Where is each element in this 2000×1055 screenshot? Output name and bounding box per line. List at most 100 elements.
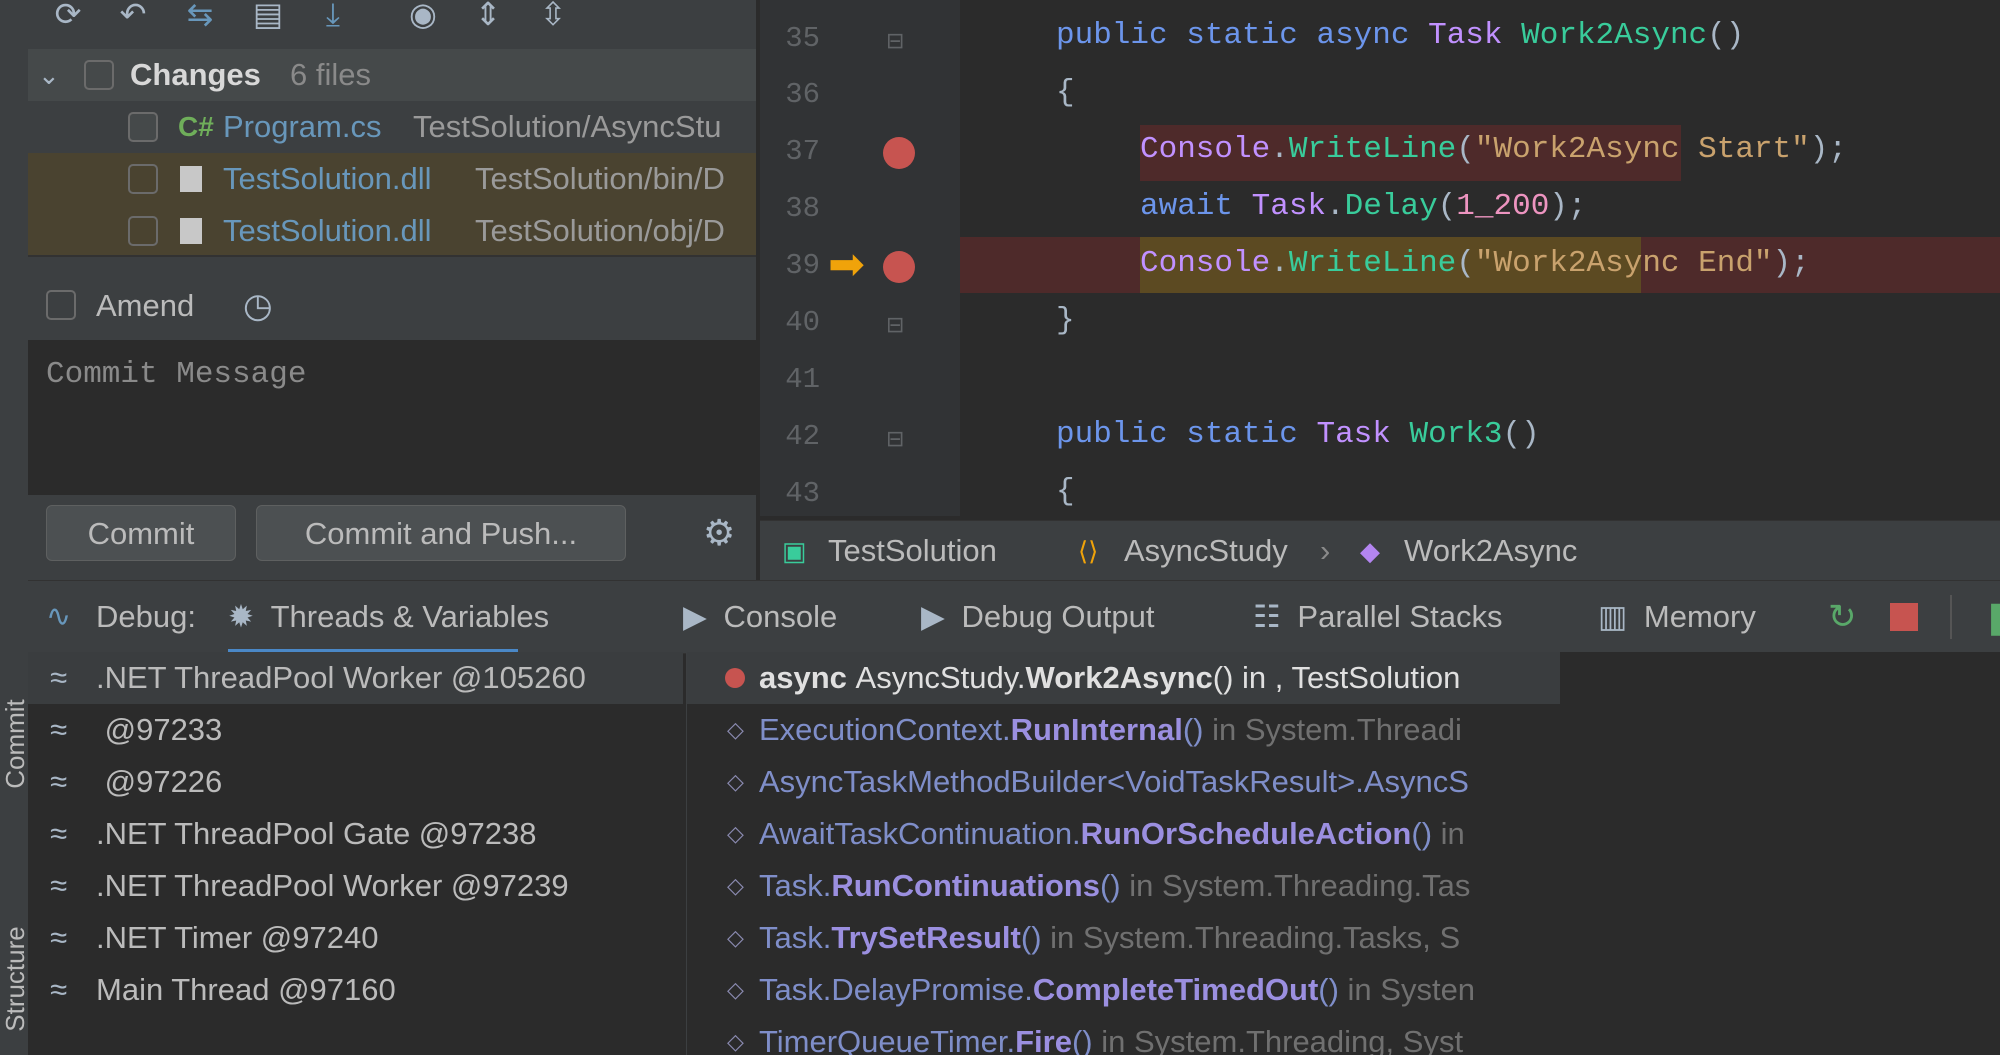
frame-class: AwaitTaskContinuation.: [759, 816, 1081, 851]
frame-location: in System.Threadi: [1203, 712, 1462, 747]
tab-label: Memory: [1643, 599, 1756, 634]
frame-row[interactable]: ◇ Task.DelayPromise.CompleteTimedOut() i…: [687, 964, 1561, 1016]
bug-icon: ✹: [228, 599, 254, 634]
frame-row[interactable]: async AsyncStudy.Work2Async() in , TestS…: [687, 652, 1561, 704]
code-line-38: await Task.Delay(1_200);: [1140, 189, 1587, 224]
frame-args: (): [1099, 868, 1121, 903]
fold-marker-icon[interactable]: ⊟: [886, 312, 904, 338]
code-line-42: public static Task Work3(): [1056, 417, 1540, 452]
thread-row[interactable]: ≈ @97233: [28, 704, 683, 756]
changes-group-header[interactable]: ⌄ Changes 6 files: [28, 49, 756, 101]
file-name: Program.cs: [223, 109, 382, 144]
breadcrumb: ▣ TestSolution ⟨⟩ AsyncStudy › ◆ Work2As…: [760, 520, 2000, 581]
file-checkbox[interactable]: [128, 112, 158, 142]
frame-row[interactable]: ◇ ExecutionContext.RunInternal() in Syst…: [687, 704, 1561, 756]
frame-row[interactable]: ◇ TimerQueueTimer.Fire() in System.Threa…: [687, 1016, 1561, 1055]
threads-list: ≈ .NET ThreadPool Worker @105260 ≈ @9723…: [28, 652, 683, 1055]
thread-row[interactable]: ≈ .NET ThreadPool Gate @97238: [28, 808, 683, 860]
frame-location: in System.Threading, Syst: [1092, 1024, 1464, 1055]
update-icon[interactable]: ⤓: [313, 0, 353, 36]
breakpoint-icon[interactable]: [883, 137, 915, 169]
parallel-stacks-icon: ☷: [1253, 599, 1281, 634]
breakpoint-icon[interactable]: [883, 251, 915, 283]
resume-icon[interactable]: ❚: [1983, 581, 2000, 653]
tab-threads-variables[interactable]: ✹ Threads & Variables: [228, 581, 549, 653]
tab-parallel-stacks[interactable]: ☷ Parallel Stacks: [1253, 581, 1502, 653]
expand-all-icon[interactable]: ⇕: [468, 0, 508, 36]
code-line-36: {: [1056, 75, 1075, 110]
thread-row[interactable]: ≈ Main Thread @97160: [28, 964, 683, 1016]
fold-marker-icon[interactable]: ⊟: [886, 28, 904, 54]
breadcrumb-method[interactable]: Work2Async: [1404, 521, 1577, 581]
frame-args: (): [1411, 816, 1433, 851]
commit-toolbar: ⟳ ↶ ⇆ ▤ ⤓ ◉ ⇕ ⇳: [28, 0, 756, 46]
preview-icon[interactable]: ◉: [403, 0, 443, 36]
file-name: TestSolution.dll: [223, 161, 432, 196]
frame-row[interactable]: ◇ Task.RunContinuations() in System.Thre…: [687, 860, 1561, 912]
thread-row[interactable]: ≈ .NET ThreadPool Worker @105260: [28, 652, 683, 704]
thread-name: Main Thread @97160: [96, 972, 396, 1007]
changes-title: Changes: [130, 57, 261, 92]
thread-row[interactable]: ≈ @97226: [28, 756, 683, 808]
stop-icon[interactable]: [1890, 603, 1918, 631]
line-number: 35: [785, 22, 820, 55]
changed-file-row[interactable]: TestSolution.dll TestSolution/obj/D: [28, 205, 756, 255]
refresh-icon[interactable]: ⟳: [48, 0, 88, 36]
frame-location: in , TestSolution: [1233, 660, 1461, 695]
undo-icon[interactable]: ↶: [113, 0, 153, 36]
frame-args: (): [1318, 972, 1339, 1007]
thread-name: .NET ThreadPool Worker @97239: [96, 868, 569, 903]
console-icon: ▶: [683, 599, 707, 634]
collapse-all-icon[interactable]: ⇳: [533, 0, 573, 36]
shelve-icon[interactable]: ▤: [248, 0, 288, 36]
structure-side-tab[interactable]: Structure: [0, 904, 30, 1054]
divider: [1950, 595, 1952, 639]
line-number: 36: [785, 78, 820, 111]
gear-icon[interactable]: ⚙: [703, 505, 735, 561]
frame-method: Work2Async: [1025, 660, 1213, 695]
debug-label: Debug:: [96, 599, 196, 634]
frame-diamond-icon: ◇: [727, 821, 744, 846]
binary-file-icon: [180, 218, 202, 244]
history-icon[interactable]: ◷: [243, 280, 273, 332]
commit-and-push-button[interactable]: Commit and Push...: [256, 505, 626, 561]
file-checkbox[interactable]: [128, 216, 158, 246]
thread-icon: ≈: [50, 764, 68, 799]
breadcrumb-project[interactable]: TestSolution: [828, 521, 997, 581]
commit-button[interactable]: Commit: [46, 505, 236, 561]
code-editor[interactable]: 35 36 37 38 39 40 41 42 43 ⊟ ⊟ ⊟ ➡ publi…: [760, 0, 2000, 516]
frame-method: RunOrScheduleAction: [1080, 816, 1412, 851]
changed-file-row[interactable]: C# Program.cs TestSolution/AsyncStu: [28, 101, 756, 153]
tab-label: Parallel Stacks: [1297, 599, 1503, 634]
thread-name: .NET ThreadPool Worker @105260: [96, 660, 586, 695]
commit-side-tab[interactable]: Commit: [0, 669, 30, 819]
frame-diamond-icon: ◇: [727, 873, 744, 898]
chevron-down-icon[interactable]: ⌄: [38, 49, 60, 101]
tab-debug-output[interactable]: ▶ Debug Output: [921, 581, 1155, 653]
frame-location: in System.Threading.Tas: [1120, 868, 1471, 903]
tab-label: Threads & Variables: [270, 599, 550, 634]
breadcrumb-class[interactable]: AsyncStudy: [1124, 521, 1288, 581]
fold-marker-icon[interactable]: ⊟: [886, 426, 904, 452]
thread-row[interactable]: ≈ .NET ThreadPool Worker @97239: [28, 860, 683, 912]
amend-checkbox[interactable]: [46, 290, 76, 320]
tab-memory[interactable]: ▥ Memory: [1598, 581, 1756, 653]
tab-console[interactable]: ▶ Console: [683, 581, 837, 653]
commit-message-field[interactable]: Commit Message: [28, 340, 756, 495]
frame-row[interactable]: ◇ AsyncTaskMethodBuilder<VoidTaskResult>…: [687, 756, 1561, 808]
changes-checkbox[interactable]: [84, 60, 114, 90]
changed-file-row[interactable]: TestSolution.dll TestSolution/bin/D: [28, 153, 756, 205]
frame-args: (): [1071, 1024, 1093, 1055]
file-name: TestSolution.dll: [223, 213, 432, 248]
frame-row[interactable]: ◇ AwaitTaskContinuation.RunOrScheduleAct…: [687, 808, 1561, 860]
file-checkbox[interactable]: [128, 164, 158, 194]
frame-row[interactable]: ◇ Task.TrySetResult() in System.Threadin…: [687, 912, 1561, 964]
merge-icon[interactable]: ⇆: [180, 0, 220, 36]
thread-row[interactable]: ≈ .NET Timer @97240: [28, 912, 683, 964]
thread-name: @97233: [96, 712, 223, 747]
tab-label: Console: [723, 599, 838, 634]
frame-prefix: async: [759, 660, 856, 695]
frame-method: RunInternal: [1010, 712, 1183, 747]
file-path: TestSolution/obj/D: [475, 213, 725, 248]
rerun-icon[interactable]: ↻: [1828, 581, 1857, 653]
